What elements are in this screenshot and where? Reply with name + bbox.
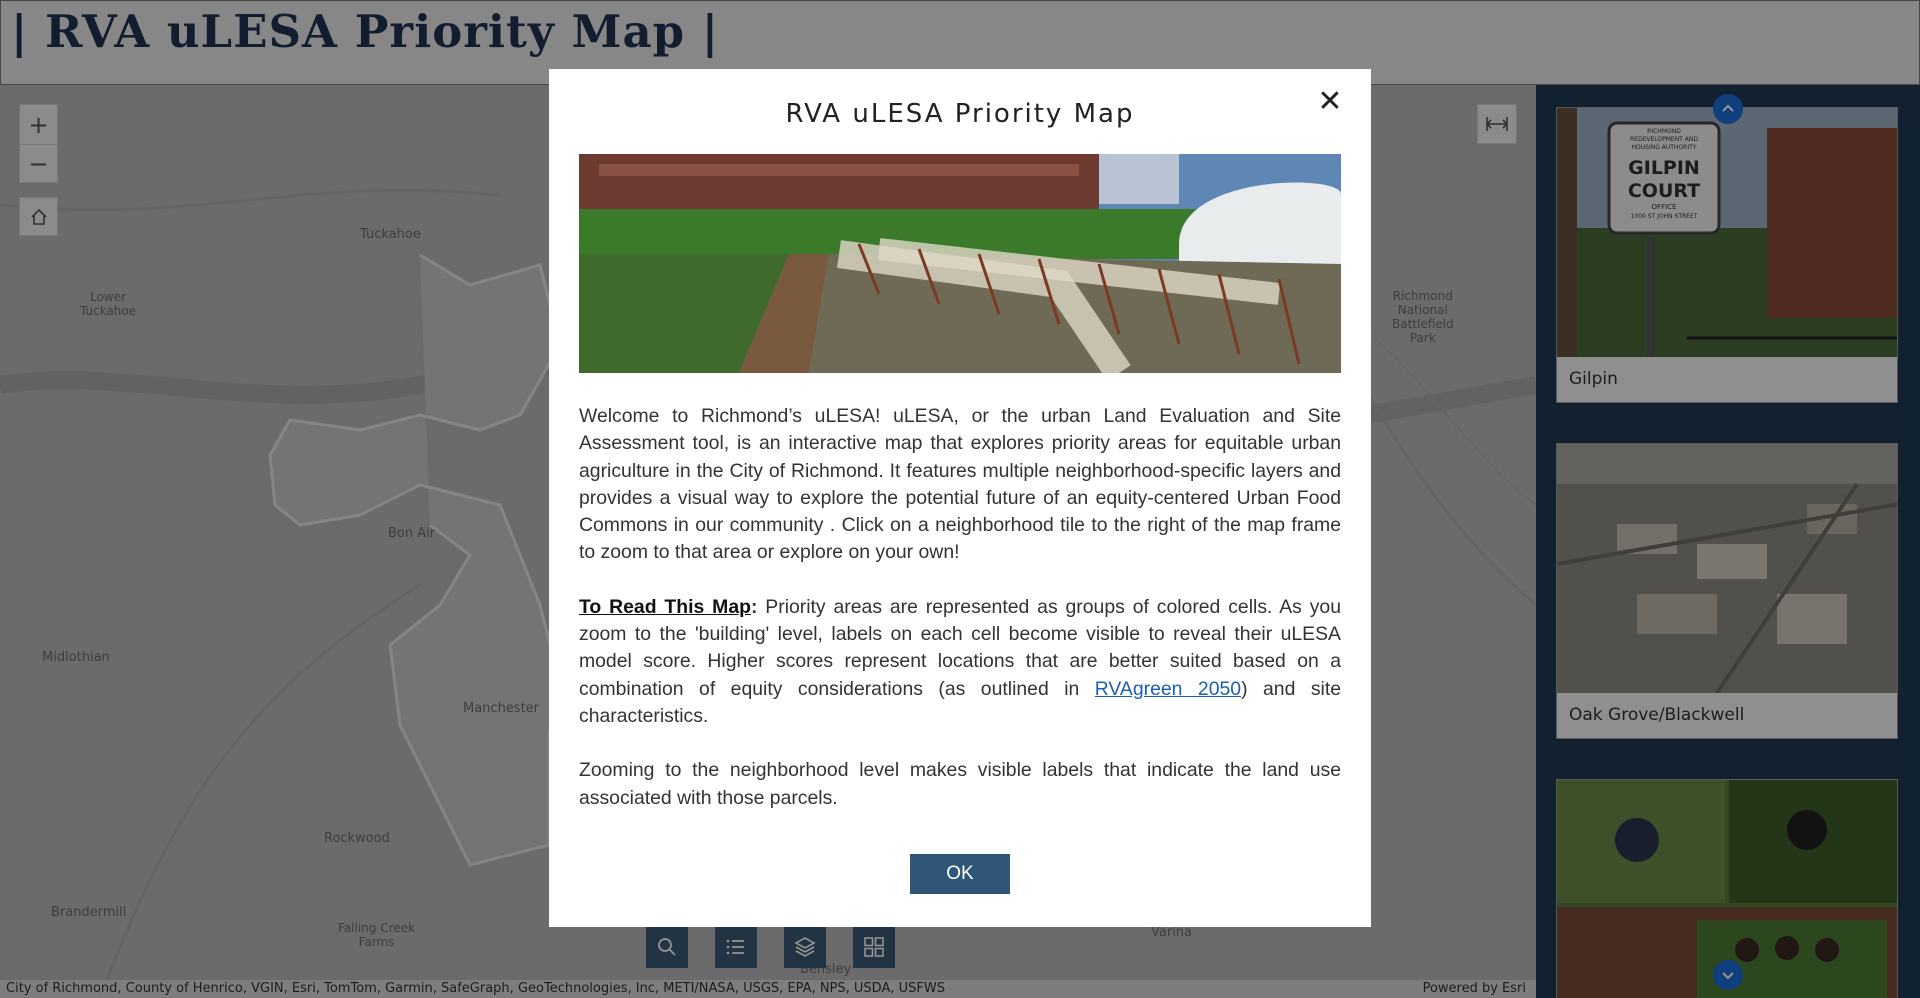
- dialog-body[interactable]: Welcome to Richmond’s uLESA! uLESA, or t…: [579, 403, 1341, 809]
- read-map-paragraph: To Read This Map: Priority areas are rep…: [579, 594, 1341, 730]
- close-icon: ✕: [1317, 83, 1343, 119]
- ok-button[interactable]: OK: [910, 854, 1010, 894]
- splash-dialog: RVA uLESA Priority Map ✕ Welcome to Rich…: [549, 69, 1371, 927]
- intro-paragraph: Welcome to Richmond’s uLESA! uLESA, or t…: [579, 405, 1341, 564]
- rvagreen-2050-link[interactable]: RVAgreen 2050: [1095, 678, 1241, 700]
- read-map-heading: To Read This Map: [579, 595, 751, 618]
- dialog-title: RVA uLESA Priority Map: [785, 99, 1135, 129]
- zoom-paragraph: Zooming to the neighborhood level makes …: [579, 759, 1341, 809]
- close-button[interactable]: ✕: [1314, 83, 1346, 119]
- urban-farm-banner-image: [579, 154, 1341, 373]
